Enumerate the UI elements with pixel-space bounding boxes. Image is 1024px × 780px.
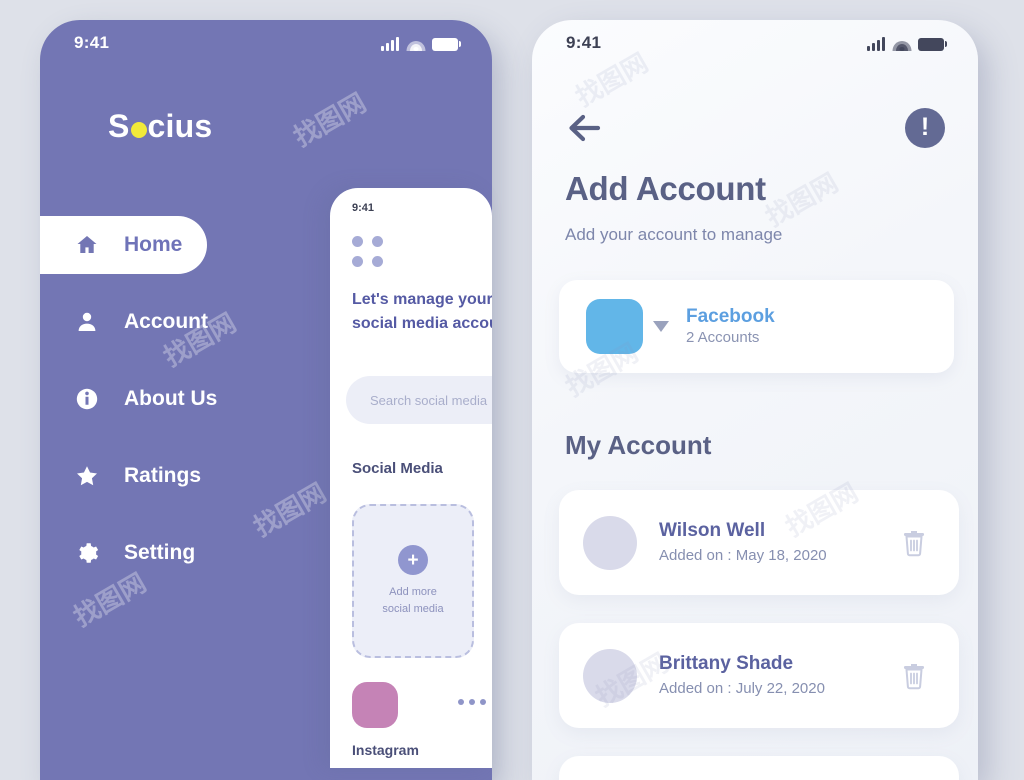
watermark-text: 找图网 xyxy=(760,167,844,233)
gear-icon xyxy=(74,540,100,566)
avatar xyxy=(583,648,637,703)
account-row[interactable]: Wilson Well Added on : May 18, 2020 xyxy=(559,490,959,595)
plus-icon: + xyxy=(398,545,428,575)
instagram-logo-icon xyxy=(352,682,398,728)
status-icon-group xyxy=(381,36,461,51)
platform-text: Facebook 2 Accounts xyxy=(686,305,775,349)
search-input[interactable]: Search social media xyxy=(346,376,492,424)
home-icon xyxy=(74,232,100,258)
info-icon xyxy=(74,386,100,412)
logo-dot-icon xyxy=(130,122,147,138)
grid-dots-icon[interactable] xyxy=(352,236,383,267)
status-time: 9:41 xyxy=(352,202,375,214)
wifi-icon xyxy=(406,37,425,51)
account-row[interactable]: Brittany Shade Added on : July 22, 2020 xyxy=(559,623,959,728)
add-tile-label: Add more social media xyxy=(382,584,443,617)
account-name: Wilson Well xyxy=(659,520,766,542)
add-tile-line2: social media xyxy=(382,602,444,615)
arrow-left-icon[interactable] xyxy=(565,108,605,148)
sidebar-item-label: Home xyxy=(124,233,183,256)
watermark-text: 找图网 xyxy=(288,87,372,153)
trash-icon[interactable] xyxy=(901,529,927,557)
account-added-date: Added on : July 22, 2020 xyxy=(659,679,825,697)
platform-name: Facebook xyxy=(686,305,775,327)
battery-icon xyxy=(432,37,461,51)
home-heading-line1: Let's manage your xyxy=(352,291,492,308)
sidebar-item-home[interactable]: Home xyxy=(40,216,207,274)
avatar xyxy=(583,515,637,570)
add-more-social-media-tile[interactable]: + Add more social media xyxy=(352,504,474,658)
sidebar-item-label: Account xyxy=(124,310,208,333)
account-added-date: Added on : May 18, 2020 xyxy=(659,546,827,564)
trash-icon[interactable] xyxy=(901,662,927,690)
left-status-bar: 9:41 xyxy=(40,20,492,66)
screenshot-stage: 9:41 Scius Home Account About Us Ratings… xyxy=(0,0,1024,780)
my-account-section-title: My Account xyxy=(565,430,712,460)
person-icon xyxy=(74,309,100,335)
battery-icon xyxy=(918,37,947,51)
sidebar-item-label: Setting xyxy=(124,541,196,564)
status-icon-group xyxy=(867,36,947,51)
alert-glyph: ! xyxy=(920,112,930,141)
app-logo: Scius xyxy=(108,108,212,145)
wifi-icon xyxy=(892,37,911,51)
signal-bars-icon xyxy=(381,36,399,51)
signal-bars-icon xyxy=(867,36,885,51)
right-phone-add-account-screen: 9:41 ! Add Account Add your account to m… xyxy=(532,20,978,780)
sidebar-item-label: About Us xyxy=(124,387,218,410)
status-time: 9:41 xyxy=(74,33,110,52)
brand-suffix: cius xyxy=(147,108,213,144)
account-name: Brittany Shade xyxy=(659,653,794,675)
status-time: 9:41 xyxy=(566,33,602,52)
account-list: Wilson Well Added on : May 18, 2020 Brit… xyxy=(559,490,959,780)
platform-selector-facebook[interactable]: Facebook 2 Accounts xyxy=(559,280,954,373)
platform-count: 2 Accounts xyxy=(686,329,760,347)
account-text: Brittany Shade Added on : July 22, 2020 xyxy=(659,651,825,699)
add-tile-line1: Add more xyxy=(389,586,437,598)
home-heading: Let's manage your social media account xyxy=(352,288,492,336)
page-title: Add Account xyxy=(565,170,766,207)
social-media-section-title: Social Media xyxy=(352,460,443,477)
social-media-item-instagram[interactable]: Instagram xyxy=(352,682,486,758)
account-row[interactable] xyxy=(559,756,959,780)
exclamation-circle-icon[interactable]: ! xyxy=(905,108,945,148)
page-subtitle: Add your account to manage xyxy=(565,225,783,244)
account-text: Wilson Well Added on : May 18, 2020 xyxy=(659,518,827,566)
middle-home-screen-card: 9:41 Let's manage your social media acco… xyxy=(330,188,492,768)
social-item-label: Instagram xyxy=(352,742,419,758)
sidebar-item-label: Ratings xyxy=(124,464,202,487)
facebook-logo-icon xyxy=(586,299,643,354)
home-heading-line2: social media account xyxy=(352,315,492,332)
brand-prefix: S xyxy=(108,108,130,144)
right-status-bar: 9:41 xyxy=(532,20,978,66)
more-horizontal-icon[interactable] xyxy=(458,699,486,705)
star-icon xyxy=(74,463,100,489)
chevron-down-icon[interactable] xyxy=(653,321,669,332)
